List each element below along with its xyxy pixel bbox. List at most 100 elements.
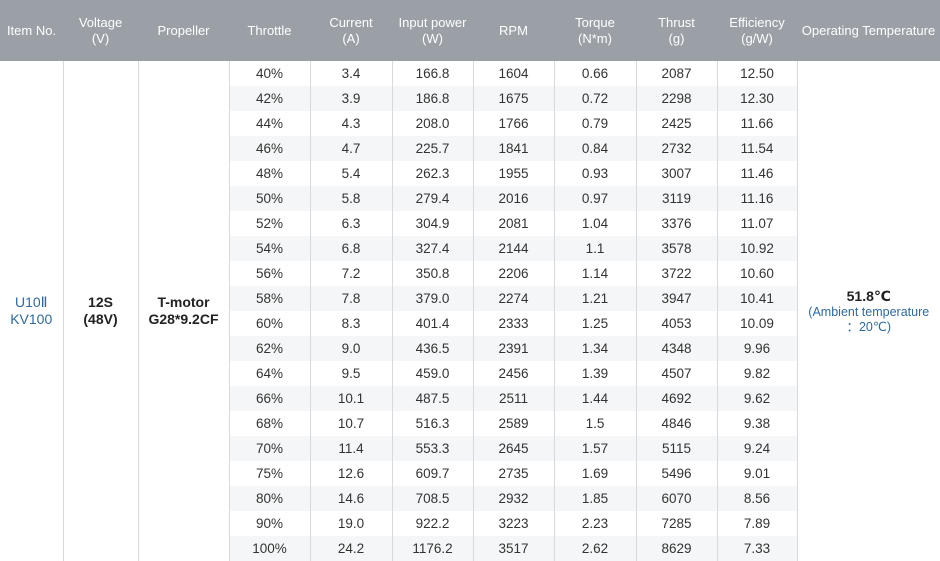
thrust-cell: 2732 bbox=[636, 136, 717, 161]
header-efficiency: Efficiency(g/W) bbox=[717, 0, 797, 61]
header-label: Efficiency bbox=[719, 15, 795, 31]
header-voltage: Voltage(V) bbox=[63, 0, 138, 61]
torque-cell: 1.85 bbox=[554, 486, 636, 511]
header-unit: (V) bbox=[65, 31, 136, 47]
efficiency-cell: 10.41 bbox=[717, 286, 797, 311]
throttle-cell: 64% bbox=[229, 361, 310, 386]
voltage-cell-text: 12S bbox=[64, 294, 138, 311]
input-power-cell: 708.5 bbox=[392, 486, 473, 511]
current-cell: 4.3 bbox=[310, 111, 392, 136]
rpm-cell: 1604 bbox=[473, 61, 554, 86]
header-row: Item No.Voltage(V)PropellerThrottleCurre… bbox=[0, 0, 940, 61]
input-power-cell: 166.8 bbox=[392, 61, 473, 86]
rpm-cell: 2081 bbox=[473, 211, 554, 236]
ambient-temperature-value: ：20℃) bbox=[798, 320, 940, 335]
rpm-cell: 2932 bbox=[473, 486, 554, 511]
efficiency-cell: 12.30 bbox=[717, 86, 797, 111]
thrust-cell: 3722 bbox=[636, 261, 717, 286]
rpm-cell: 2274 bbox=[473, 286, 554, 311]
item-no-cell-text: KV100 bbox=[0, 311, 63, 328]
current-cell: 10.7 bbox=[310, 411, 392, 436]
rpm-cell: 2456 bbox=[473, 361, 554, 386]
header-unit: (g) bbox=[638, 31, 715, 47]
torque-cell: 1.57 bbox=[554, 436, 636, 461]
voltage-cell-text: (48V) bbox=[64, 311, 138, 328]
header-unit: (W) bbox=[394, 31, 471, 47]
current-cell: 3.9 bbox=[310, 86, 392, 111]
propeller-cell-text: T-motor bbox=[139, 294, 229, 311]
voltage-cell: 12S(48V) bbox=[63, 61, 138, 561]
header-label: Voltage bbox=[65, 15, 136, 31]
thrust-cell: 6070 bbox=[636, 486, 717, 511]
torque-cell: 0.93 bbox=[554, 161, 636, 186]
item-no-cell-text: U10Ⅱ bbox=[0, 294, 63, 311]
input-power-cell: 327.4 bbox=[392, 236, 473, 261]
header-label: RPM bbox=[475, 23, 552, 39]
propeller-cell: T-motorG28*9.2CF bbox=[138, 61, 229, 561]
input-power-cell: 208.0 bbox=[392, 111, 473, 136]
thrust-cell: 3119 bbox=[636, 186, 717, 211]
throttle-cell: 42% bbox=[229, 86, 310, 111]
input-power-cell: 459.0 bbox=[392, 361, 473, 386]
efficiency-cell: 7.33 bbox=[717, 536, 797, 561]
thrust-cell: 2087 bbox=[636, 61, 717, 86]
efficiency-cell: 8.56 bbox=[717, 486, 797, 511]
input-power-cell: 609.7 bbox=[392, 461, 473, 486]
torque-cell: 1.14 bbox=[554, 261, 636, 286]
rpm-cell: 3223 bbox=[473, 511, 554, 536]
torque-cell: 2.62 bbox=[554, 536, 636, 561]
input-power-cell: 436.5 bbox=[392, 336, 473, 361]
throttle-cell: 40% bbox=[229, 61, 310, 86]
rpm-cell: 1766 bbox=[473, 111, 554, 136]
operating-temperature-cell: 51.8℃(Ambient temperature：20℃) bbox=[797, 61, 940, 561]
input-power-cell: 401.4 bbox=[392, 311, 473, 336]
rpm-cell: 2735 bbox=[473, 461, 554, 486]
thrust-cell: 5496 bbox=[636, 461, 717, 486]
input-power-cell: 487.5 bbox=[392, 386, 473, 411]
efficiency-cell: 11.46 bbox=[717, 161, 797, 186]
rpm-cell: 2144 bbox=[473, 236, 554, 261]
torque-cell: 1.04 bbox=[554, 211, 636, 236]
throttle-cell: 70% bbox=[229, 436, 310, 461]
header-thrust: Thrust(g) bbox=[636, 0, 717, 61]
header-label: Item No. bbox=[2, 23, 61, 39]
efficiency-cell: 11.66 bbox=[717, 111, 797, 136]
current-cell: 7.8 bbox=[310, 286, 392, 311]
input-power-cell: 279.4 bbox=[392, 186, 473, 211]
thrust-cell: 3947 bbox=[636, 286, 717, 311]
efficiency-cell: 11.16 bbox=[717, 186, 797, 211]
current-cell: 4.7 bbox=[310, 136, 392, 161]
thrust-cell: 3376 bbox=[636, 211, 717, 236]
current-cell: 12.6 bbox=[310, 461, 392, 486]
efficiency-cell: 9.82 bbox=[717, 361, 797, 386]
input-power-cell: 1176.2 bbox=[392, 536, 473, 561]
efficiency-cell: 9.24 bbox=[717, 436, 797, 461]
torque-cell: 1.34 bbox=[554, 336, 636, 361]
header-item-no: Item No. bbox=[0, 0, 63, 61]
rpm-cell: 2589 bbox=[473, 411, 554, 436]
current-cell: 14.6 bbox=[310, 486, 392, 511]
input-power-cell: 304.9 bbox=[392, 211, 473, 236]
rpm-cell: 3517 bbox=[473, 536, 554, 561]
throttle-cell: 50% bbox=[229, 186, 310, 211]
thrust-cell: 3007 bbox=[636, 161, 717, 186]
rpm-cell: 1841 bbox=[473, 136, 554, 161]
rpm-cell: 2333 bbox=[473, 311, 554, 336]
current-cell: 10.1 bbox=[310, 386, 392, 411]
header-label: Propeller bbox=[140, 23, 227, 39]
header-current: Current(A) bbox=[310, 0, 392, 61]
table-body: U10ⅡKV10012S(48V)T-motorG28*9.2CF40%3.41… bbox=[0, 61, 940, 561]
efficiency-cell: 9.01 bbox=[717, 461, 797, 486]
thrust-cell: 5115 bbox=[636, 436, 717, 461]
throttle-cell: 52% bbox=[229, 211, 310, 236]
thrust-cell: 2425 bbox=[636, 111, 717, 136]
throttle-cell: 62% bbox=[229, 336, 310, 361]
table-header: Item No.Voltage(V)PropellerThrottleCurre… bbox=[0, 0, 940, 61]
current-cell: 8.3 bbox=[310, 311, 392, 336]
efficiency-cell: 9.96 bbox=[717, 336, 797, 361]
header-torque: Torque(N*m) bbox=[554, 0, 636, 61]
current-cell: 24.2 bbox=[310, 536, 392, 561]
header-throttle: Throttle bbox=[229, 0, 310, 61]
efficiency-cell: 11.54 bbox=[717, 136, 797, 161]
header-input-power: Input power(W) bbox=[392, 0, 473, 61]
